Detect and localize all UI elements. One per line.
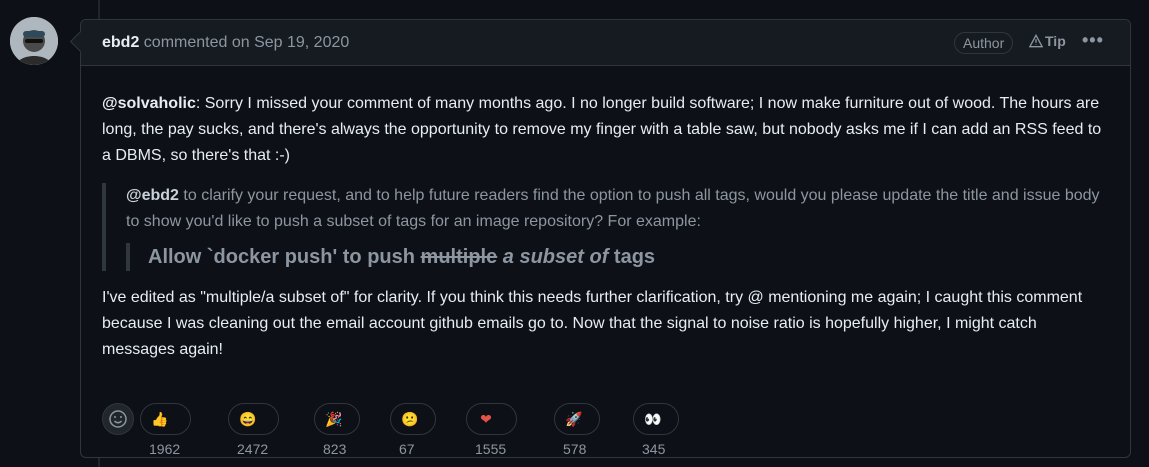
reaction-thumbs-up[interactable]: 👍 1962 [140, 403, 192, 457]
quote-title-strike: multiple [420, 246, 498, 268]
reaction-count: 578 [563, 441, 587, 457]
quote-title-part: Allow `docker push' to push [148, 246, 421, 268]
quote-text: @ebd2 to clarify your request, and to he… [126, 183, 1112, 235]
confused-icon: 😕 [401, 411, 419, 427]
reaction-eyes[interactable]: 👀 345 [633, 403, 679, 457]
laugh-icon: 😄 [239, 411, 257, 427]
reaction-heart[interactable]: ❤ 1555 [466, 403, 518, 457]
comment-body: @solvaholic: Sorry I missed your comment… [102, 91, 1112, 363]
mention-link[interactable]: @solvaholic [102, 95, 196, 112]
rocket-icon: 🚀 [565, 411, 583, 427]
reaction-count: 1555 [475, 441, 507, 457]
hooray-icon: 🎉 [325, 411, 343, 427]
author-link[interactable]: ebd2 [102, 34, 139, 51]
reaction-count: 67 [399, 441, 415, 457]
comment-meta: ebd2 commented on Sep 19, 2020 [102, 34, 349, 52]
alert-icon [1028, 33, 1044, 48]
smiley-icon [109, 410, 127, 428]
quote-title-em: a subset of [497, 246, 609, 268]
eyes-icon: 👀 [644, 411, 662, 427]
author-badge: Author [954, 32, 1014, 54]
nested-quote-title: Allow `docker push' to push multiple a s… [126, 243, 1112, 271]
reaction-count: 2472 [237, 441, 269, 457]
thumbs-up-icon: 👍 [151, 411, 169, 427]
quote-title-end: tags [608, 246, 656, 268]
reaction-count: 823 [323, 441, 347, 457]
quote-mention-link[interactable]: @ebd2 [126, 187, 179, 204]
quote-text-body: to clarify your request, and to help fut… [126, 187, 1100, 230]
paragraph-2: I've edited as "multiple/a subset of" fo… [102, 289, 1083, 358]
tip-label: Tip [1045, 33, 1066, 49]
reaction-count: 1962 [149, 441, 181, 457]
reaction-hooray[interactable]: 🎉 823 [314, 403, 360, 457]
comment-timestamp[interactable]: commented on Sep 19, 2020 [144, 34, 349, 51]
add-reaction-button[interactable] [102, 403, 134, 435]
paragraph-1: @solvaholic: Sorry I missed your comment… [102, 91, 1112, 169]
reaction-laugh[interactable]: 😄 2472 [228, 403, 280, 457]
more-options-icon[interactable]: ••• [1082, 30, 1104, 51]
reaction-count: 345 [642, 441, 666, 457]
reaction-confused[interactable]: 😕 67 [390, 403, 436, 457]
paragraph-1-text: : Sorry I missed your comment of many mo… [102, 95, 1102, 164]
comment-box: ebd2 commented on Sep 19, 2020 Author Ti… [69, 19, 1131, 458]
heart-icon: ❤ [480, 411, 492, 427]
comment-header: ebd2 commented on Sep 19, 2020 Author Ti… [81, 20, 1130, 66]
reaction-rocket[interactable]: 🚀 578 [554, 403, 600, 457]
tip-button[interactable]: Tip [1028, 33, 1066, 49]
blockquote: @ebd2 to clarify your request, and to he… [102, 183, 1112, 271]
avatar[interactable] [10, 17, 58, 65]
